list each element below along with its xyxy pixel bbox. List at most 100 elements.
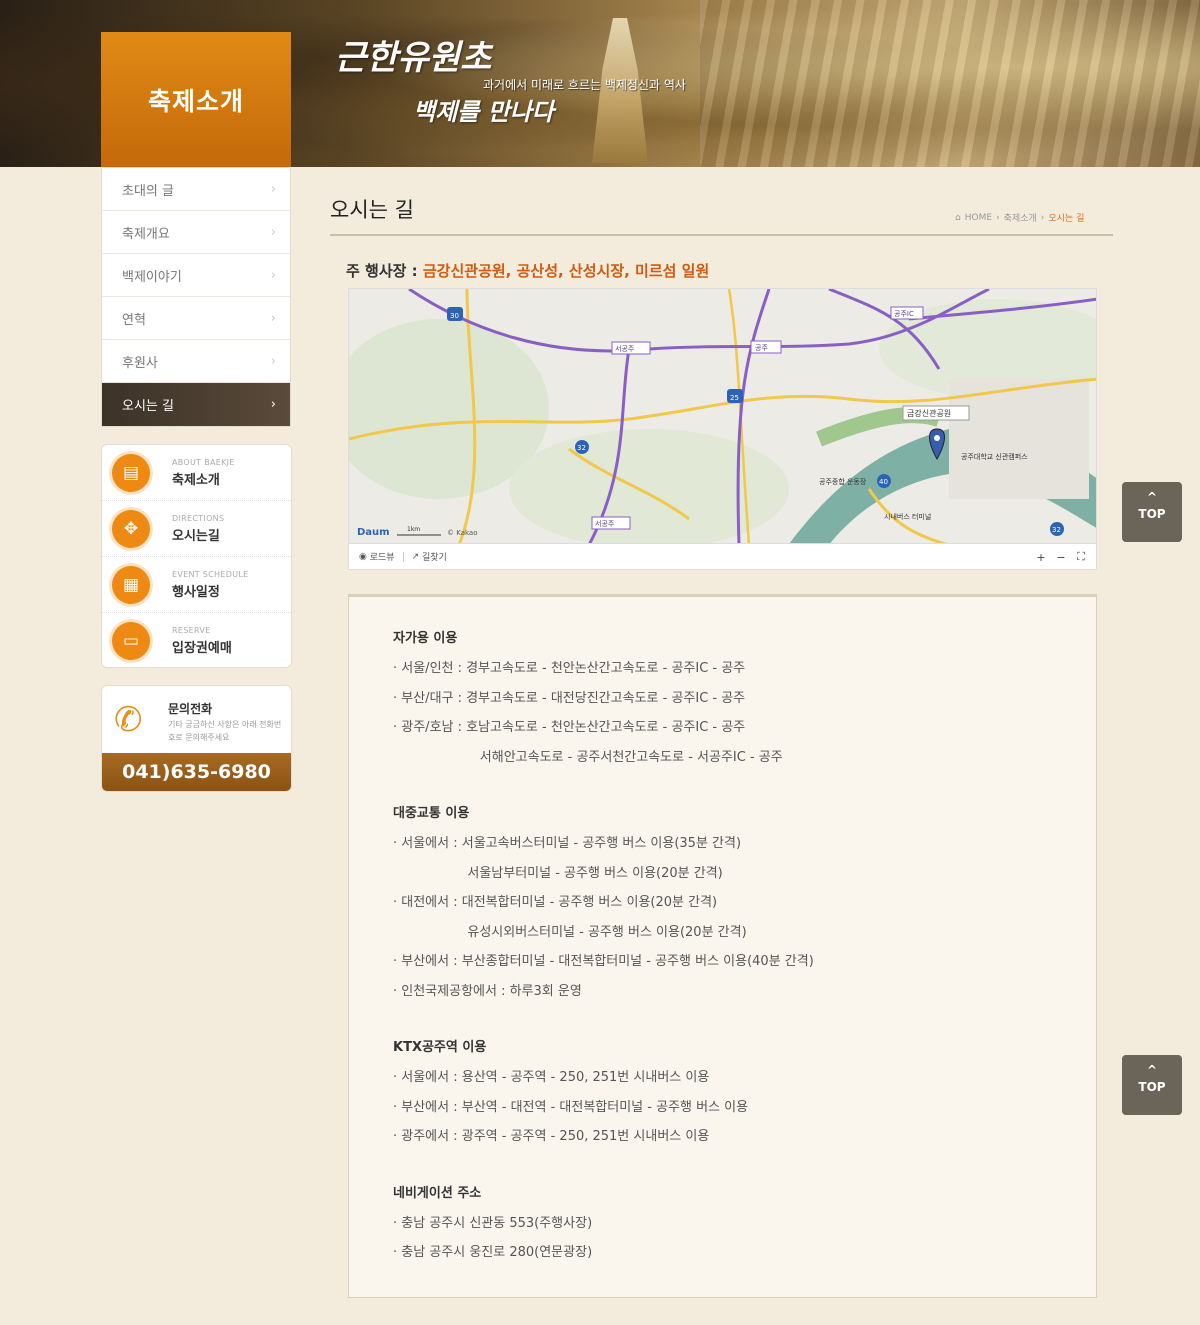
direction-line: · 인천국제공항에서 : 하루3회 운영 (393, 983, 582, 999)
map-directions-button[interactable]: 길찾기 (422, 550, 447, 563)
directions-section-car: 자가용 이용 · 서울/인천 : 경부고속도로 - 천안논산간고속도로 - 공주… (393, 627, 1096, 772)
compass-icon: ✥ (112, 509, 150, 548)
direction-line: · 부산에서 : 부산종합터미널 - 대전복합터미널 - 공주행 버스 이용(4… (393, 954, 814, 969)
contact-box: ✆ 문의전화 기타 궁금하신 사항은 아래 전화번호로 문의해주세요 041)6… (101, 685, 292, 792)
map-zoom-controls: + − ⛶ (1032, 549, 1090, 565)
sidebar-item-label: 백제이야기 (122, 269, 182, 285)
sidebar-item-overview[interactable]: 축제개요 › (102, 211, 290, 254)
section-title: KTX공주역 이용 (393, 1040, 487, 1055)
breadcrumb-home[interactable]: HOME (965, 213, 992, 223)
document-icon: ▤ (112, 453, 150, 492)
section-title: 네비게이션 주소 (393, 1185, 482, 1201)
direction-line: · 서울에서 : 서울고속버스터미널 - 공주행 버스 이용(35분 간격) (393, 836, 742, 851)
phone-icon: ✆ (114, 700, 143, 740)
breadcrumb-separator: › (996, 212, 1000, 223)
sidebar-item-invitation[interactable]: 초대의 글 › (102, 168, 290, 211)
section-title: 대중교통 이용 (393, 806, 470, 821)
location-map[interactable]: 30 25 32 40 32 서공주 공주 공주IC 서공주 금강신관공원 공주… (348, 288, 1097, 570)
quick-menu: ▤ ABOUT BAEKJE 축제소개 ✥ DIRECTIONS 오시는길 ▦ … (101, 444, 292, 668)
sidebar-item-label: 오시는 길 (122, 399, 174, 414)
directions-section-ktx: KTX공주역 이용 · 서울에서 : 용산역 - 공주역 - 250, 251번… (393, 1036, 1096, 1152)
direction-line: · 광주/호남 : 호남고속도로 - 천안논산간고속도로 - 공주IC - 공주 (393, 720, 746, 735)
page-title: 오시는 길 (330, 198, 414, 222)
quick-link-directions[interactable]: ✥ DIRECTIONS 오시는길 (102, 501, 291, 557)
section-title: 자가용 이용 (393, 631, 458, 646)
map-ic-label: 서공주 (615, 344, 635, 353)
zoom-in-button[interactable]: + (1032, 549, 1050, 565)
direction-line: 서해안고속도로 - 공주서천간고속도로 - 서공주IC - 공주 (393, 749, 783, 765)
directions-section-navigation: 네비게이션 주소 · 충남 공주시 신관동 553(주행사장) · 충남 공주시… (393, 1182, 1096, 1268)
scroll-top-button[interactable]: ^ TOP (1122, 1055, 1182, 1115)
quick-link-en: DIRECTIONS (172, 513, 225, 523)
quick-link-ko: 행사일정 (172, 584, 220, 600)
scroll-top-button[interactable]: ^ TOP (1122, 482, 1182, 542)
map-brand-logo: Daum (357, 527, 390, 538)
section-title: 축제소개 (147, 86, 244, 116)
direction-line: 서울남부터미널 - 공주행 버스 이용(20분 간격) (393, 865, 723, 881)
main-venue: 주 행사장 : 금강신관공원, 공산성, 산성시장, 미르섬 일원 (346, 260, 709, 281)
fullscreen-icon[interactable]: ⛶ (1072, 549, 1090, 565)
chevron-up-icon: ^ (1146, 490, 1158, 504)
map-place-label: 시내버스 터미널 (884, 512, 931, 521)
map-ic-label: 서공주 (595, 519, 615, 528)
contact-description: 기타 궁금하신 사항은 아래 전화번호로 문의해주세요 (168, 720, 282, 742)
logo-tagline: 과거에서 미래로 흐르는 백제정신과 역사 (483, 78, 686, 92)
quick-link-about[interactable]: ▤ ABOUT BAEKJE 축제소개 (102, 445, 291, 501)
venue-label: 주 행사장 : (346, 262, 423, 280)
breadcrumb-separator: › (1040, 212, 1045, 223)
map-ic-label: 공주 (755, 344, 768, 352)
home-icon: ⌂ (955, 212, 961, 223)
breadcrumb: ⌂ HOME › 축제소개 › 오시는 길 (955, 211, 1085, 225)
contact-phone-number[interactable]: 041)635-6980 (102, 753, 291, 791)
direction-line: · 서울에서 : 용산역 - 공주역 - 250, 251번 시내버스 이용 (393, 1070, 710, 1085)
map-place-label: 금강신관공원 (907, 408, 951, 418)
venue-value: 금강신관공원, 공산성, 산성시장, 미르섬 일원 (422, 262, 710, 280)
breadcrumb-current: 오시는 길 (1048, 214, 1085, 224)
sidebar-item-label: 후원사 (122, 355, 158, 371)
map-canvas[interactable]: 30 25 32 40 32 서공주 공주 공주IC 서공주 금강신관공원 공주… (349, 289, 1097, 545)
quick-link-schedule[interactable]: ▦ EVENT SCHEDULE 행사일정 (102, 557, 291, 613)
map-scale-label: 1km (407, 526, 420, 533)
map-route-32: 32 (577, 444, 586, 452)
section-title-box: 축제소개 (101, 32, 291, 167)
map-route-25: 25 (730, 394, 739, 402)
directions-icon: ↗ (411, 551, 422, 562)
quick-link-reserve[interactable]: ▭ RESERVE 입장권예매 (102, 613, 291, 669)
sidebar-item-history[interactable]: 연혁 › (102, 297, 290, 340)
logo-calligraphy-2: 백제를 만나다 (413, 97, 554, 126)
sidebar-item-baekje-story[interactable]: 백제이야기 › (102, 254, 290, 297)
chevron-right-icon: › (270, 310, 276, 326)
map-route-32b: 32 (1052, 526, 1061, 534)
roadview-button[interactable]: 로드뷰 (370, 550, 395, 563)
calendar-icon: ▦ (112, 565, 150, 604)
zoom-out-button[interactable]: − (1052, 549, 1070, 565)
quick-link-ko: 입장권예매 (172, 641, 232, 656)
direction-line: · 충남 공주시 웅진로 280(연문광장) (393, 1245, 593, 1260)
directions-section-public: 대중교통 이용 · 서울에서 : 서울고속버스터미널 - 공주행 버스 이용(3… (393, 802, 1096, 1006)
direction-line: · 광주에서 : 광주역 - 공주역 - 250, 251번 시내버스 이용 (393, 1129, 710, 1144)
quick-link-en: RESERVE (172, 626, 211, 635)
title-divider (330, 234, 1113, 236)
map-toolbar: ◉ 로드뷰 ↗ 길찾기 + − ⛶ (349, 543, 1096, 569)
direction-line: · 충남 공주시 신관동 553(주행사장) (393, 1215, 593, 1231)
chevron-up-icon: ^ (1146, 1063, 1158, 1077)
roadview-icon: ◉ (359, 551, 370, 562)
direction-line: · 부산/대구 : 경부고속도로 - 대전당진간고속도로 - 공주IC - 공주 (393, 690, 746, 706)
breadcrumb-section[interactable]: 축제소개 (1004, 211, 1037, 224)
chevron-right-icon: › (270, 353, 276, 369)
direction-line: · 대전에서 : 대전복합터미널 - 공주행 버스 이용(20분 간격) (393, 895, 718, 910)
banner-photo (700, 0, 1200, 167)
sidebar-item-directions[interactable]: 오시는 길 › (102, 383, 290, 426)
chevron-right-icon: › (270, 267, 276, 283)
festival-logo: 근한유원초 과거에서 미래로 흐르는 백제정신과 역사 백제를 만나다 (335, 30, 715, 130)
ticket-icon: ▭ (112, 622, 150, 660)
map-route-30: 30 (450, 312, 459, 320)
sidebar-item-sponsors[interactable]: 후원사 › (102, 340, 290, 383)
chevron-right-icon: › (270, 397, 276, 412)
sidebar-item-label: 연혁 (122, 312, 146, 328)
sidebar-nav: 초대의 글 › 축제개요 › 백제이야기 › 연혁 › 후원사 › 오시는 길 … (101, 167, 291, 427)
map-route-40: 40 (879, 478, 888, 486)
directions-box: 자가용 이용 · 서울/인천 : 경부고속도로 - 천안논산간고속도로 - 공주… (348, 594, 1097, 1298)
map-copyright: © Kakao (447, 529, 478, 537)
map-place-label: 공주종합 운동장 (819, 477, 867, 486)
